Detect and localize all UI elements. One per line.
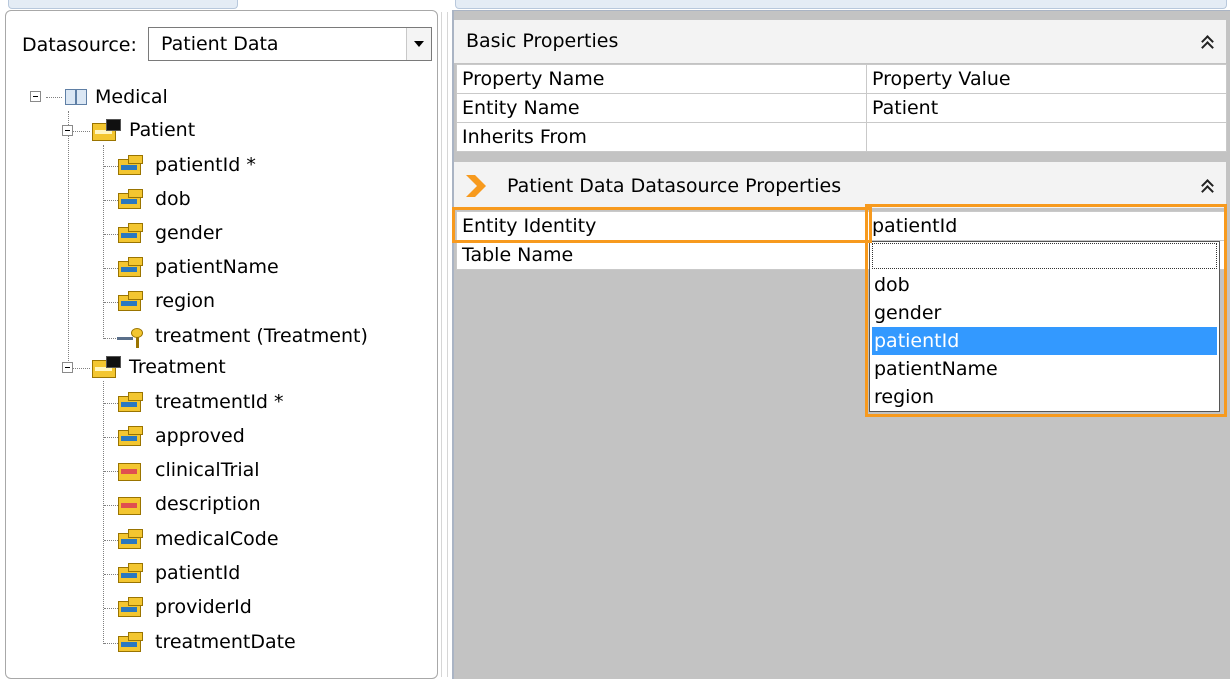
tree-line [104, 471, 118, 472]
tree-line [104, 505, 118, 506]
property-value[interactable]: Patient [866, 93, 1227, 123]
property-row[interactable]: Inherits From [456, 122, 1227, 152]
tree-node-field[interactable]: gender [155, 218, 222, 248]
tree-node-field[interactable]: treatmentId * [155, 387, 284, 417]
tree-node-field[interactable]: dob [155, 184, 191, 214]
tree-node-patient[interactable]: Patient [129, 115, 195, 145]
property-row[interactable]: Entity Name Patient [456, 93, 1227, 123]
field-icon [118, 460, 145, 482]
collapse-section-icon[interactable] [1201, 178, 1215, 198]
field-icon [118, 223, 145, 245]
grid-header-row: Property Name Property Value [456, 64, 1227, 94]
field-icon [118, 529, 145, 551]
basic-properties-grid: Property Name Property Value Entity Name… [456, 64, 1227, 152]
tree-line [104, 437, 118, 438]
field-icon [118, 426, 145, 448]
field-icon [118, 392, 145, 414]
collapse-icon[interactable] [30, 91, 41, 102]
tree-node-field[interactable]: patientId [155, 558, 240, 588]
chevron-right-icon [466, 175, 486, 197]
column-header-value: Property Value [866, 64, 1227, 94]
tree-line [68, 111, 69, 371]
tree-line [104, 166, 118, 167]
tree-line [104, 268, 118, 269]
pane-splitter[interactable] [441, 12, 448, 677]
chevron-down-icon[interactable] [406, 28, 431, 60]
field-icon [118, 291, 145, 313]
tree-node-field[interactable]: region [155, 286, 215, 316]
field-icon [118, 155, 145, 177]
tree-line [104, 540, 118, 541]
tree-node-field[interactable]: patientId * [155, 150, 256, 180]
tree-node-field[interactable]: medicalCode [155, 524, 279, 554]
property-name: Inherits From [456, 122, 867, 152]
tree-node-field[interactable]: treatmentDate [155, 627, 296, 657]
datasource-select[interactable]: Patient Data [148, 27, 432, 61]
highlight-box [865, 204, 1227, 417]
entity-icon [92, 356, 122, 380]
tree-node-field[interactable]: patientName [155, 252, 279, 282]
collapse-icon[interactable] [62, 125, 73, 136]
section-title: Patient Data Datasource Properties [507, 175, 842, 197]
tree-line [104, 608, 118, 609]
tree-line [104, 643, 118, 644]
tree-line [72, 368, 90, 369]
highlight-box [452, 207, 872, 243]
collapse-icon[interactable] [62, 362, 73, 373]
collapse-section-icon[interactable] [1201, 34, 1215, 54]
section-title: Basic Properties [466, 30, 619, 52]
column-header-name: Property Name [456, 64, 867, 94]
entity-icon [92, 119, 122, 143]
tree-node-field[interactable]: providerId [155, 592, 252, 622]
property-name: Table Name [456, 240, 867, 270]
left-panel-tab [8, 0, 238, 9]
tree-line [104, 338, 118, 339]
tree-line [72, 131, 90, 132]
property-value[interactable] [866, 122, 1227, 152]
tree-node-field[interactable]: approved [155, 421, 245, 451]
tree-line [103, 145, 104, 339]
tree-node-medical[interactable]: Medical [95, 82, 168, 112]
datasource-properties-header[interactable]: Patient Data Datasource Properties [454, 162, 1226, 208]
right-panel-tab [455, 0, 1227, 9]
field-icon [118, 189, 145, 211]
datasource-label: Datasource: [22, 34, 137, 56]
tree-node-treatment[interactable]: Treatment [129, 352, 226, 382]
tree-line [104, 574, 118, 575]
field-icon [118, 563, 145, 585]
book-icon [64, 86, 90, 108]
tree-line [103, 381, 104, 644]
tree-node-relation[interactable]: treatment (Treatment) [155, 321, 368, 351]
datasource-select-value: Patient Data [161, 33, 279, 55]
property-name: Entity Name [456, 93, 867, 123]
tree-node-field[interactable]: description [155, 489, 261, 519]
tree-line [46, 97, 62, 98]
tree-line [104, 403, 118, 404]
relation-icon [117, 326, 147, 348]
tree-line [104, 234, 118, 235]
field-icon [118, 494, 145, 516]
tree-line [104, 302, 118, 303]
field-icon [118, 632, 145, 654]
basic-properties-header[interactable]: Basic Properties [454, 20, 1226, 63]
field-icon [118, 257, 145, 279]
tree-node-field[interactable]: clinicalTrial [155, 455, 260, 485]
tree-line [104, 200, 118, 201]
field-icon [118, 597, 145, 619]
